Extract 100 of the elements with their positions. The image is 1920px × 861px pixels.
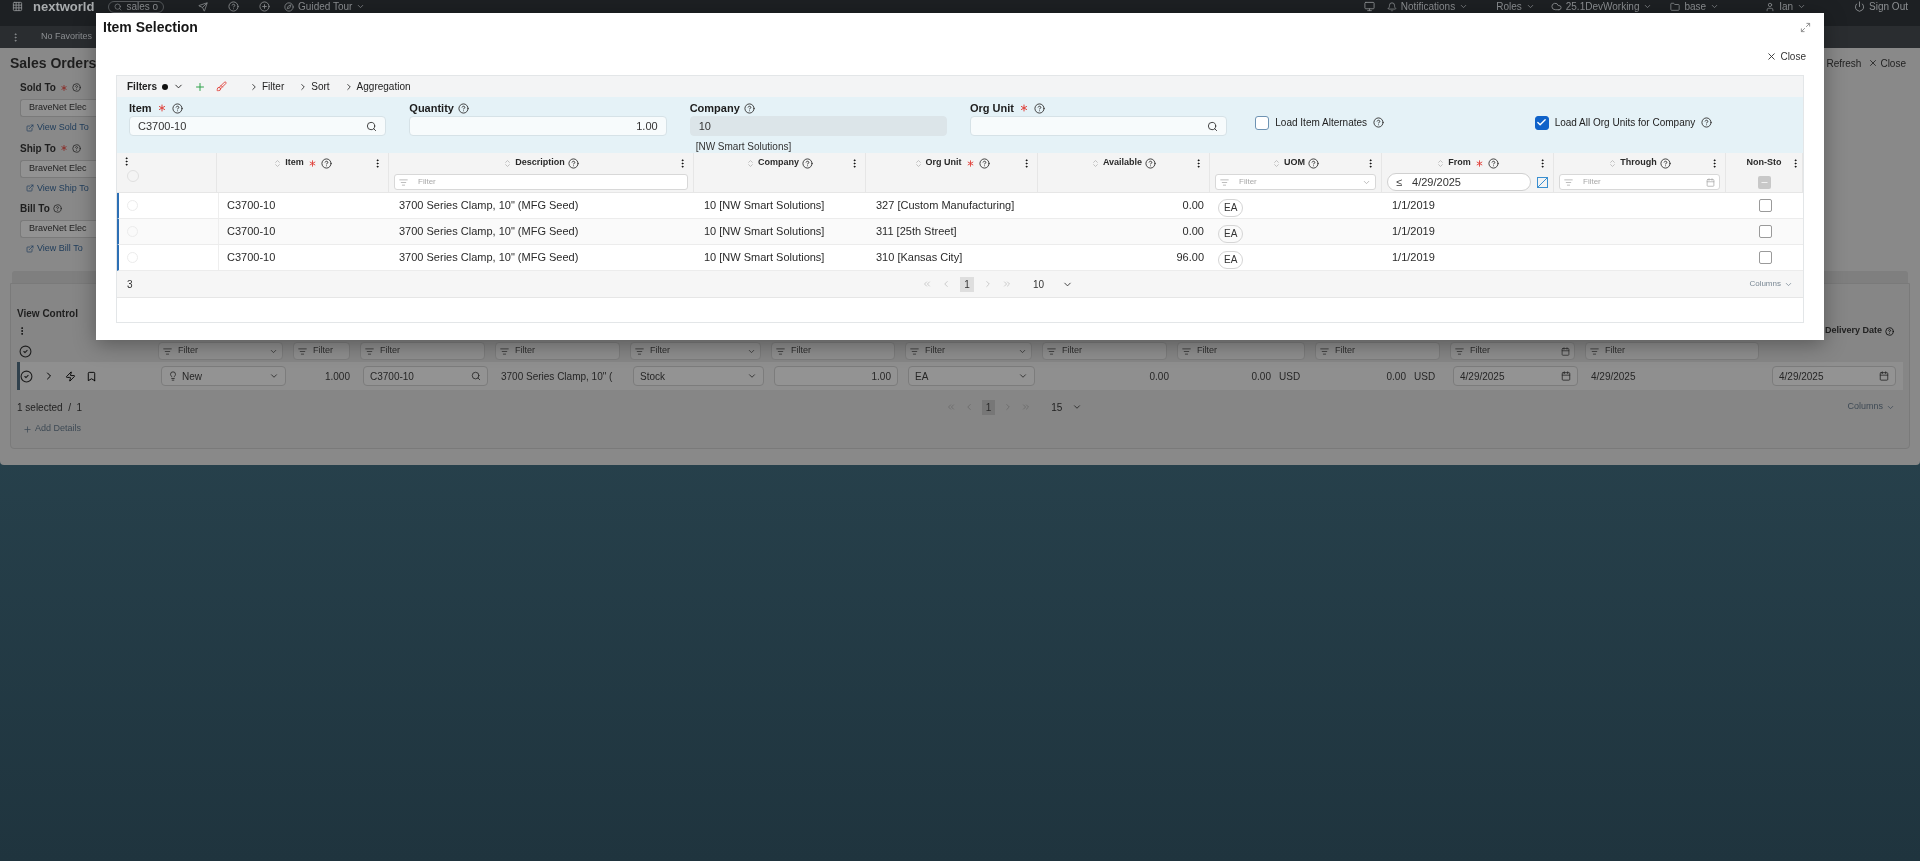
select-all-icon <box>19 344 32 358</box>
order-line-row[interactable]: New 1.000 C3700-10 3700 Series Clamp, 10" ( Stock 1.00 EA 0.00 0.00 USD 0.00 USD 4/29/2025 4/29/2025 4/29/2025 <box>17 362 1903 390</box>
column-header[interactable]: Through <box>1620 156 1657 170</box>
column-header[interactable]: Non-Sto <box>1746 156 1782 170</box>
broom-icon[interactable] <box>216 81 227 92</box>
environment-button[interactable]: 25.1DevWorking <box>1550 0 1653 13</box>
clear-filter-icon[interactable] <box>1537 176 1548 188</box>
close-button[interactable]: Close <box>1766 48 1806 64</box>
date-field[interactable]: 4/29/2025 <box>1453 366 1578 386</box>
filter-field[interactable]: Filter <box>771 342 895 360</box>
table-row[interactable]: C3700-10 3700 Series Clamp, 10" (MFG Seed) 10 [NW Smart Solutions] 311 [25th Street] 0.00 EA 1/1/2019 <box>117 219 1803 245</box>
input-field[interactable]: 1.00 <box>409 116 667 136</box>
link-icon <box>26 184 34 193</box>
guided-tour-button[interactable]: Guided Tour <box>284 0 366 13</box>
column-header[interactable]: Company <box>758 156 799 170</box>
close-page-button[interactable]: Close <box>1868 55 1906 71</box>
help-icon[interactable] <box>228 1 240 12</box>
row-check-icon <box>20 369 33 383</box>
selection-count: 1 selected / 1 <box>17 400 84 415</box>
sign-out-button[interactable]: Sign Out <box>1854 0 1908 13</box>
columns-button[interactable]: Columns <box>1847 400 1895 414</box>
row-count: 3 <box>127 277 134 292</box>
filter-placeholder: Filter <box>515 344 536 358</box>
page-number[interactable]: 1 <box>960 276 974 292</box>
branch-button[interactable]: base <box>1670 0 1720 13</box>
column-header[interactable]: From <box>1448 156 1471 170</box>
quantity-field[interactable]: 1.00 <box>774 366 898 386</box>
checkbox-label: Load Item Alternates <box>1275 116 1368 130</box>
bookmark-icon[interactable] <box>86 370 97 382</box>
view-link[interactable]: View Bill To <box>20 242 96 256</box>
company-field: 10 <box>689 116 947 136</box>
field-label: Item <box>129 100 152 116</box>
help-icon <box>1487 157 1499 169</box>
add-filter-icon[interactable] <box>194 80 206 93</box>
filter-field[interactable]: Filter <box>1177 342 1305 360</box>
roles-button[interactable]: Roles <box>1496 0 1535 13</box>
row-checkbox[interactable] <box>1759 225 1772 238</box>
help-icon <box>1308 157 1319 169</box>
select-all-checkbox[interactable] <box>1757 175 1771 189</box>
checkbox[interactable] <box>1534 115 1549 130</box>
item-field[interactable]: C3700-10 <box>363 366 488 386</box>
view-link[interactable]: View Ship To <box>20 181 96 195</box>
table-row[interactable]: C3700-10 3700 Series Clamp, 10" (MFG Seed) 10 [NW Smart Solutions] 310 [Kansas City] 96.00 EA 1/1/2019 <box>117 245 1803 271</box>
checkbox[interactable] <box>1255 115 1270 130</box>
filter-field[interactable]: Filter <box>905 342 1032 360</box>
filter-field[interactable]: Filter <box>1042 342 1167 360</box>
row-checkbox[interactable] <box>1759 199 1772 212</box>
column-header[interactable]: UOM <box>1284 156 1305 170</box>
filter-field[interactable]: Filter <box>1315 342 1440 360</box>
filter-field[interactable]: Filter <box>495 342 620 360</box>
customer-field[interactable]: BraveNet Elec <box>20 159 96 178</box>
filter-field[interactable]: Filter <box>293 342 350 360</box>
page-size-select[interactable]: 15 <box>1051 399 1083 415</box>
column-header[interactable]: Description <box>515 156 565 170</box>
column-header[interactable]: Available <box>1102 156 1143 170</box>
chevron-icon <box>1710 2 1720 11</box>
filter-field[interactable]: Filter <box>1450 342 1575 360</box>
send-icon[interactable] <box>198 1 209 12</box>
lightning-icon[interactable] <box>65 370 76 382</box>
view-link[interactable]: View Sold To <box>20 121 96 135</box>
help-icon <box>802 157 813 169</box>
column-header[interactable]: Org Unit <box>925 156 962 170</box>
monitor-icon[interactable] <box>1363 1 1375 12</box>
row-checkbox[interactable] <box>1759 251 1772 264</box>
filter-field[interactable]: Filter <box>1585 342 1759 360</box>
input-field[interactable]: C3700-10 <box>129 116 387 136</box>
filter-section-toggle[interactable]: Filter <box>249 79 285 94</box>
filter-section-toggle[interactable]: Aggregation <box>343 79 411 94</box>
columns-button[interactable]: Columns <box>1749 278 1793 290</box>
customer-field[interactable]: BraveNet Elec <box>20 99 96 117</box>
filter-field[interactable]: Filter <box>158 342 283 360</box>
apps-menu-icon[interactable] <box>12 1 23 12</box>
filter-placeholder: Filter <box>925 344 946 358</box>
logo[interactable]: nextworld <box>33 0 95 13</box>
refresh-button[interactable]: Refresh <box>1826 55 1862 71</box>
filter-icon <box>776 346 785 356</box>
date-field[interactable]: 4/29/2025 <box>1772 366 1896 386</box>
field-label: Company <box>689 100 740 116</box>
input-field[interactable] <box>970 116 1228 136</box>
select-field[interactable]: EA <box>908 366 1035 386</box>
add-details-button[interactable]: Add Details <box>17 420 1903 438</box>
user-button[interactable]: Ian <box>1765 0 1807 13</box>
calendar-icon <box>1879 371 1889 381</box>
folder-icon <box>1670 1 1681 12</box>
customer-field[interactable]: BraveNet Elec <box>20 220 96 238</box>
add-icon[interactable] <box>259 1 271 12</box>
status-select[interactable]: New <box>161 366 286 386</box>
filter-field[interactable]: Filter <box>360 342 485 360</box>
page-size-select[interactable]: 10 <box>1032 276 1073 292</box>
select-field[interactable]: Stock <box>633 366 764 386</box>
notifications-button[interactable]: Notifications <box>1386 0 1469 13</box>
expand-icon[interactable] <box>1800 21 1811 33</box>
filter-section-toggle[interactable]: Sort <box>298 79 330 94</box>
table-cell-text: 10 [NW Smart Solutions] <box>703 250 826 266</box>
column-header[interactable]: Item <box>285 156 304 170</box>
filter-field[interactable]: Filter <box>630 342 761 360</box>
filters-menu[interactable]: Filters <box>127 79 184 94</box>
table-row[interactable]: C3700-10 3700 Series Clamp, 10" (MFG Seed) 10 [NW Smart Solutions] 327 [Custom Manufacturing] 0.00 EA 1/1/2019 <box>117 193 1803 219</box>
date-filter-field[interactable]: ≤ 4/29/2025 <box>1387 173 1531 191</box>
page-number[interactable]: 1 <box>981 399 996 415</box>
